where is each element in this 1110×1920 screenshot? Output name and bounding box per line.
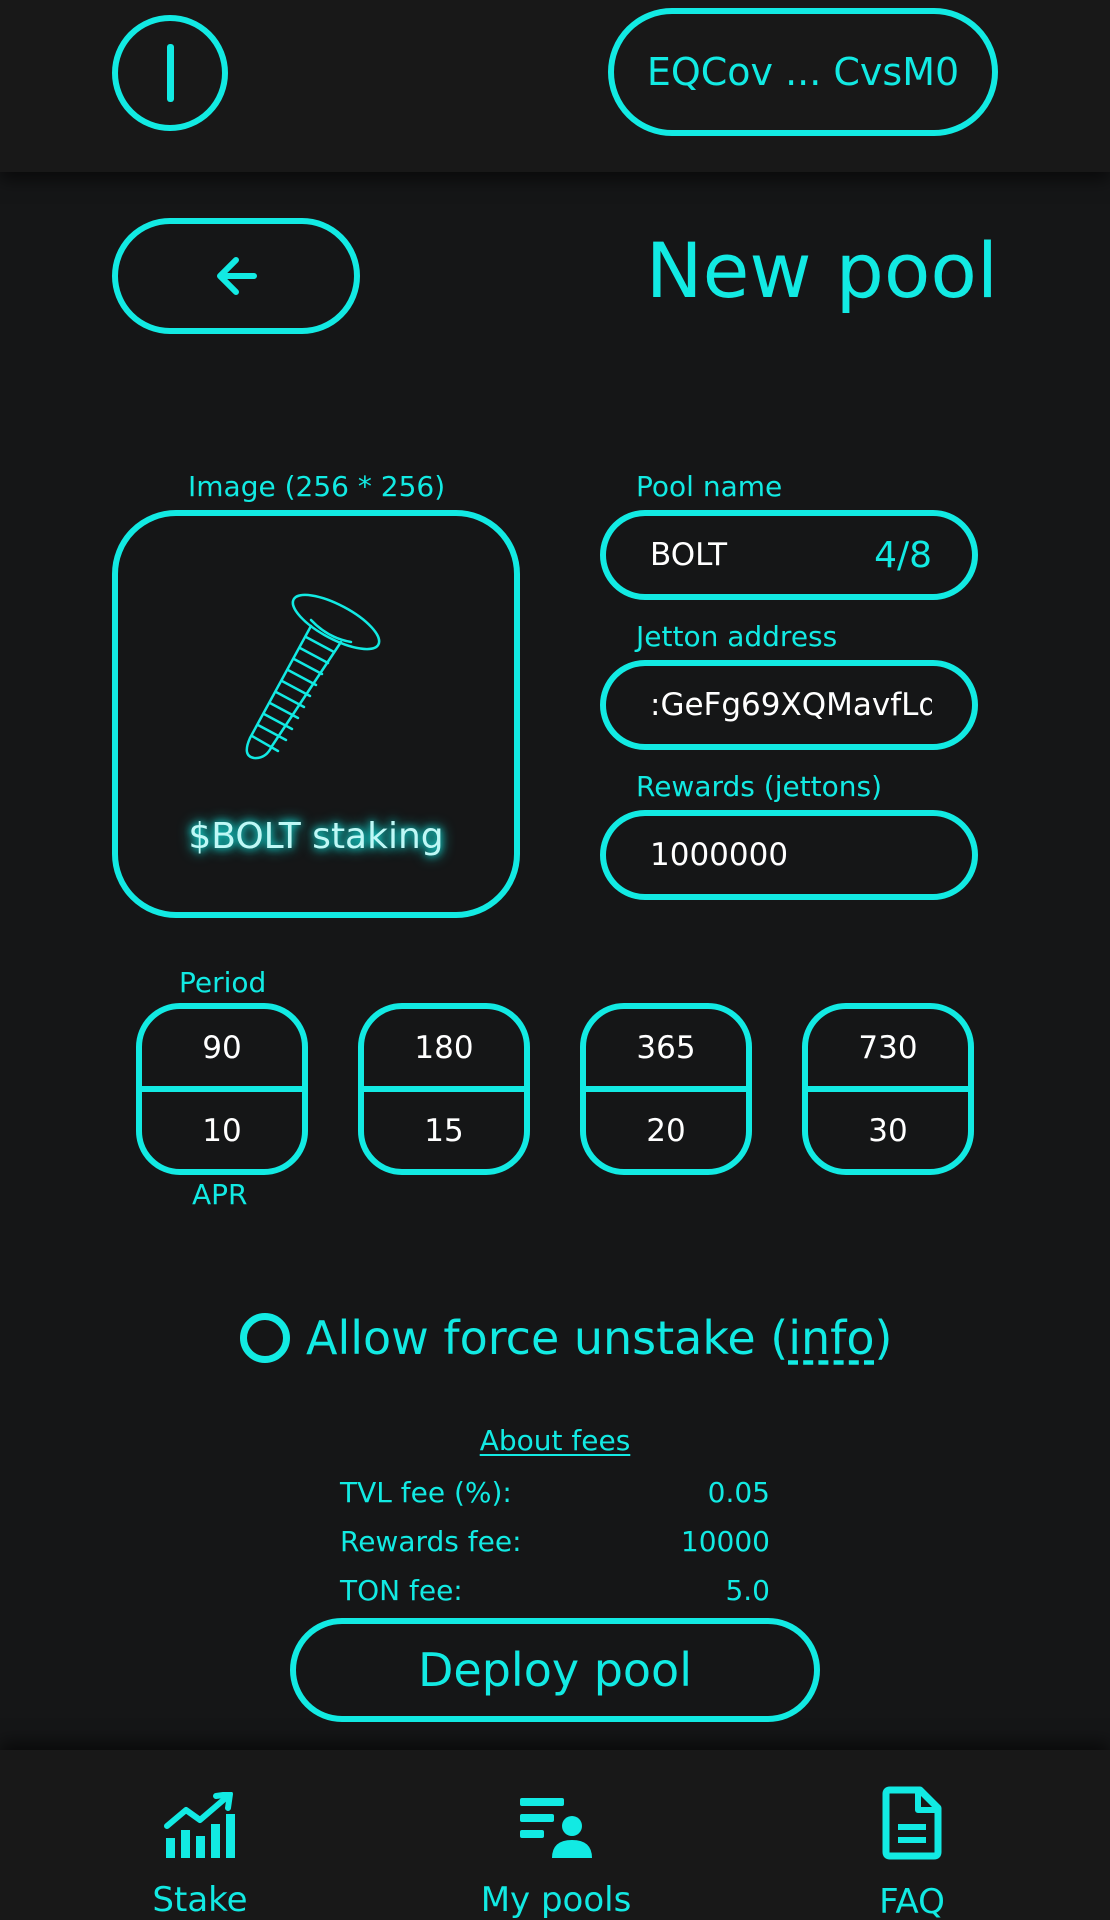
arrow-left-icon — [217, 257, 257, 295]
fee-row: TVL fee (%): 0.05 — [340, 1472, 770, 1512]
jetton-address-value: :GeFg69XQMavfLqlv — [650, 687, 932, 723]
rewards-value: 1000000 — [650, 837, 789, 873]
apr-value[interactable]: 10 — [142, 1092, 302, 1169]
period-card[interactable]: 90 10 — [136, 1003, 308, 1175]
pool-name-counter: 4/8 — [874, 534, 932, 576]
pool-list-icon — [520, 1798, 592, 1858]
fee-label: Rewards fee: — [340, 1524, 522, 1558]
nav-label: My pools — [480, 1880, 632, 1920]
rewards-label: Rewards (jettons) — [636, 770, 883, 803]
pool-name-input[interactable]: BOLT 4/8 — [600, 510, 978, 600]
image-caption: $BOLT staking — [188, 816, 444, 857]
info-link[interactable]: info — [788, 1311, 874, 1365]
top-bar: EQCov ... CvsM0 — [0, 0, 1110, 172]
force-unstake-label: Allow force unstake (info) — [306, 1311, 893, 1365]
fee-label: TON fee: — [340, 1573, 463, 1607]
period-value[interactable]: 90 — [142, 1009, 302, 1086]
document-icon — [882, 1786, 942, 1860]
chart-icon — [164, 1792, 235, 1858]
period-value[interactable]: 730 — [808, 1009, 968, 1086]
bottom-nav: Stake My pools FAQ — [0, 1750, 1110, 1920]
jetton-address-label: Jetton address — [636, 620, 838, 653]
period-value[interactable]: 180 — [364, 1009, 524, 1086]
fee-row: TON fee: 5.0 — [340, 1570, 770, 1610]
nav-label: FAQ — [879, 1882, 945, 1920]
nav-label: Stake — [152, 1880, 248, 1920]
fee-value: 10000 — [680, 1524, 770, 1558]
wallet-address-button[interactable]: EQCov ... CvsM0 — [608, 8, 998, 136]
rewards-input[interactable]: 1000000 — [600, 810, 978, 900]
fee-row: Rewards fee: 10000 — [340, 1521, 770, 1561]
period-card[interactable]: 730 30 — [802, 1003, 974, 1175]
image-upload[interactable]: $BOLT staking — [112, 510, 520, 918]
fee-value: 5.0 — [725, 1573, 770, 1607]
nav-item-my-pools[interactable]: My pools — [436, 1750, 676, 1920]
pool-name-value: BOLT — [650, 537, 728, 573]
back-button[interactable] — [112, 218, 360, 334]
nav-item-faq[interactable]: FAQ — [792, 1750, 1032, 1920]
fee-value: 0.05 — [707, 1475, 770, 1509]
fee-label: TVL fee (%): — [340, 1475, 512, 1509]
period-card[interactable]: 365 20 — [580, 1003, 752, 1175]
apr-value[interactable]: 15 — [364, 1092, 524, 1169]
period-label: Period — [179, 966, 267, 999]
period-card[interactable]: 180 15 — [358, 1003, 530, 1175]
page-title: New pool — [645, 226, 998, 315]
apr-label: APR — [192, 1178, 248, 1211]
period-value[interactable]: 365 — [586, 1009, 746, 1086]
force-unstake-radio[interactable] — [240, 1313, 290, 1363]
jetton-address-input[interactable]: :GeFg69XQMavfLqlv — [600, 660, 978, 750]
deploy-pool-button[interactable]: Deploy pool — [290, 1618, 820, 1722]
about-fees-link[interactable]: About fees — [0, 1424, 1110, 1457]
pool-name-label: Pool name — [636, 470, 783, 503]
nav-item-stake[interactable]: Stake — [80, 1750, 320, 1920]
apr-value[interactable]: 20 — [586, 1092, 746, 1169]
power-icon — [166, 44, 174, 102]
apr-value[interactable]: 30 — [808, 1092, 968, 1169]
force-unstake-toggle[interactable]: Allow force unstake (info) — [240, 1310, 892, 1366]
power-button[interactable] — [112, 15, 228, 131]
image-label: Image (256 * 256) — [188, 470, 446, 503]
bolt-icon — [245, 593, 381, 760]
